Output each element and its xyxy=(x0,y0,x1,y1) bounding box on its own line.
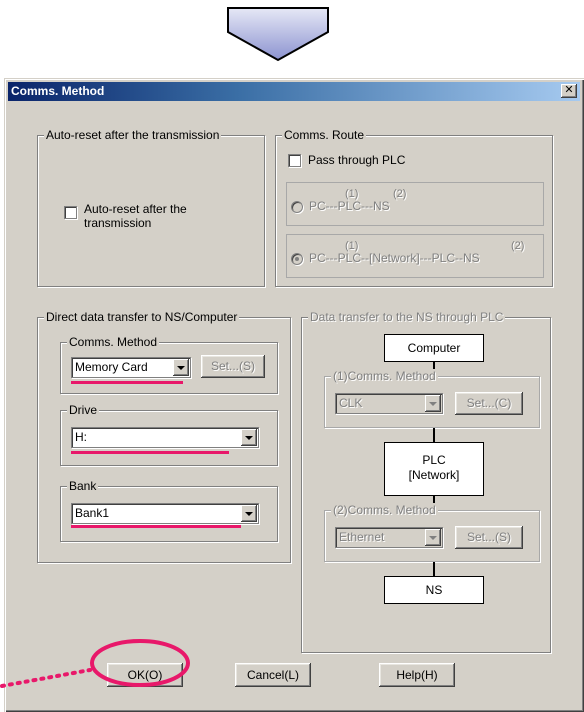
drive-value: H: xyxy=(75,430,87,444)
route-option1-path: PC---PLC---NS xyxy=(309,199,390,213)
route-option1-num-b: (2) xyxy=(393,188,407,200)
ok-highlight-annotation xyxy=(0,639,190,688)
comms-route-group-label: Comms. Route xyxy=(282,128,367,142)
help-button[interactable]: Help(H) xyxy=(379,663,455,687)
set-c-button[interactable]: Set...(C) xyxy=(455,392,523,415)
chevron-down-icon[interactable] xyxy=(173,359,189,376)
auto-reset-label-line2: transmission xyxy=(84,216,152,230)
comms-method-value: Memory Card xyxy=(75,360,148,374)
title-bar: Comms. Method ✕ xyxy=(8,82,580,101)
set-s2-button[interactable]: Set...(S) xyxy=(455,526,523,549)
auto-reset-checkbox[interactable] xyxy=(64,206,77,219)
drive-label: Drive xyxy=(67,403,100,417)
computer-box: Computer xyxy=(384,334,484,362)
comms-route-group: Comms. Route Pass through PLC (1) (2) PC… xyxy=(275,128,553,287)
comms-method-label: Comms. Method xyxy=(67,335,160,349)
auto-reset-label-line1: Auto-reset after the xyxy=(84,202,187,216)
method2-value: Ethernet xyxy=(339,530,385,544)
cancel-button[interactable]: Cancel(L) xyxy=(235,663,311,687)
route-option1-radio[interactable] xyxy=(291,201,303,213)
method1-subgroup: (1)Comms. Method CLK Set...(C) xyxy=(324,369,540,428)
drive-select[interactable]: H: xyxy=(71,427,259,448)
connector-line xyxy=(433,562,435,576)
bank-select[interactable]: Bank1 xyxy=(71,503,259,524)
route-option2-frame: (1) (2) PC---PLC--[Network]---PLC--NS xyxy=(286,234,544,278)
set-s-button[interactable]: Set...(S) xyxy=(201,355,265,378)
dialog-title: Comms. Method xyxy=(11,84,105,98)
connector-line xyxy=(433,428,435,442)
method2-label: (2)Comms. Method xyxy=(331,503,438,517)
bank-subgroup: Bank Bank1 xyxy=(60,479,278,542)
method2-subgroup: (2)Comms. Method Ethernet Set...(S) xyxy=(324,503,540,562)
direct-transfer-group-label: Direct data transfer to NS/Computer xyxy=(44,310,240,324)
comms-method-dialog: Comms. Method ✕ Auto-reset after the tra… xyxy=(4,78,584,712)
plc-network-box: PLC [Network] xyxy=(384,442,484,496)
plc-box-line2: [Network] xyxy=(408,468,460,482)
highlight-underline xyxy=(71,525,241,528)
chevron-down-icon[interactable] xyxy=(241,505,257,522)
route-option1-frame: (1) (2) PC---PLC---NS xyxy=(286,182,544,226)
highlight-underline xyxy=(71,381,183,384)
method1-select[interactable]: CLK xyxy=(335,393,443,414)
route-option2-radio[interactable] xyxy=(291,253,303,265)
close-icon[interactable]: ✕ xyxy=(561,84,577,98)
auto-reset-group-label: Auto-reset after the transmission xyxy=(44,128,222,142)
ns-box: NS xyxy=(384,576,484,604)
method1-label: (1)Comms. Method xyxy=(331,369,438,383)
route-option2-num-b: (2) xyxy=(511,240,525,252)
pass-through-plc-checkbox[interactable] xyxy=(288,154,301,167)
method1-value: CLK xyxy=(339,396,363,410)
down-arrow-icon xyxy=(227,7,329,62)
chevron-down-icon[interactable] xyxy=(425,395,441,412)
drive-subgroup: Drive H: xyxy=(60,403,278,466)
comms-method-select[interactable]: Memory Card xyxy=(71,357,191,378)
through-plc-group-label: Data transfer to the NS through PLC xyxy=(308,310,506,324)
through-plc-group: Data transfer to the NS through PLC Comp… xyxy=(301,310,551,653)
chevron-down-icon[interactable] xyxy=(425,529,441,546)
bank-label: Bank xyxy=(67,479,99,493)
bank-value: Bank1 xyxy=(75,506,110,520)
comms-method-subgroup: Comms. Method Memory Card Set...(S) xyxy=(60,335,278,394)
highlight-underline xyxy=(71,451,229,454)
direct-transfer-group: Direct data transfer to NS/Computer Comm… xyxy=(37,310,291,563)
plc-box-line1: PLC xyxy=(422,453,446,467)
route-option2-path: PC---PLC--[Network]---PLC--NS xyxy=(309,251,480,265)
pass-through-plc-label: Pass through PLC xyxy=(308,153,406,167)
method2-select[interactable]: Ethernet xyxy=(335,527,443,548)
auto-reset-group: Auto-reset after the transmission Auto-r… xyxy=(37,128,265,287)
chevron-down-icon[interactable] xyxy=(241,429,257,446)
